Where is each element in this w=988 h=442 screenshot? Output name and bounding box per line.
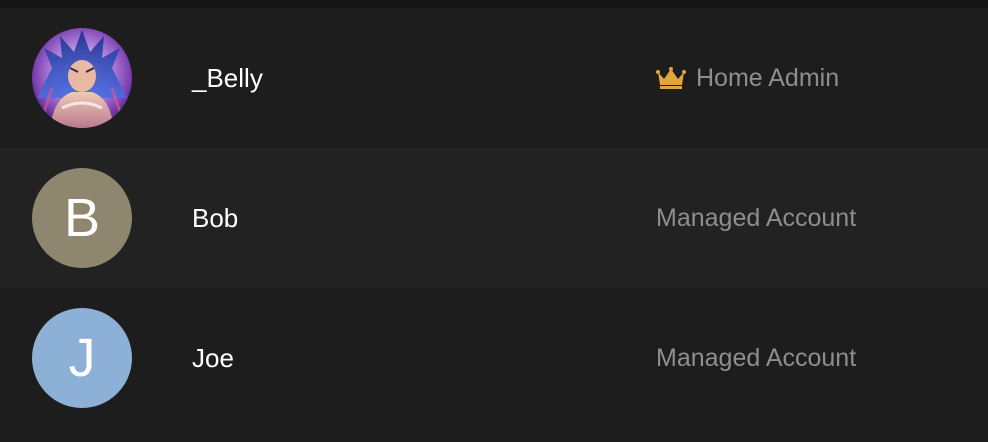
user-row-bob[interactable]: B Bob Managed Account bbox=[0, 148, 988, 288]
avatar-letter-j: J bbox=[32, 308, 132, 408]
user-name: Bob bbox=[192, 202, 239, 233]
user-list: _Belly Home Admin B Bob Managed Account bbox=[0, 8, 988, 428]
user-name: Joe bbox=[192, 342, 234, 373]
role-label: Home Admin bbox=[656, 8, 839, 148]
list-top-edge bbox=[0, 0, 988, 8]
anime-character-avatar-icon bbox=[32, 28, 132, 128]
avatar-initial: B bbox=[63, 188, 101, 248]
user-name: _Belly bbox=[192, 62, 263, 93]
avatar-initial: J bbox=[68, 328, 96, 388]
user-row-joe[interactable]: J Joe Managed Account bbox=[0, 288, 988, 428]
role-text: Home Admin bbox=[696, 63, 840, 92]
role-text: Managed Account bbox=[656, 203, 857, 232]
crown-icon bbox=[656, 66, 686, 90]
role-label: Managed Account bbox=[656, 148, 856, 288]
user-row-belly[interactable]: _Belly Home Admin bbox=[0, 8, 988, 148]
avatar-image bbox=[32, 28, 132, 128]
role-label: Managed Account bbox=[656, 288, 856, 428]
role-text: Managed Account bbox=[656, 343, 857, 372]
avatar-letter-b: B bbox=[32, 168, 132, 268]
list-bottom-edge bbox=[0, 428, 988, 442]
